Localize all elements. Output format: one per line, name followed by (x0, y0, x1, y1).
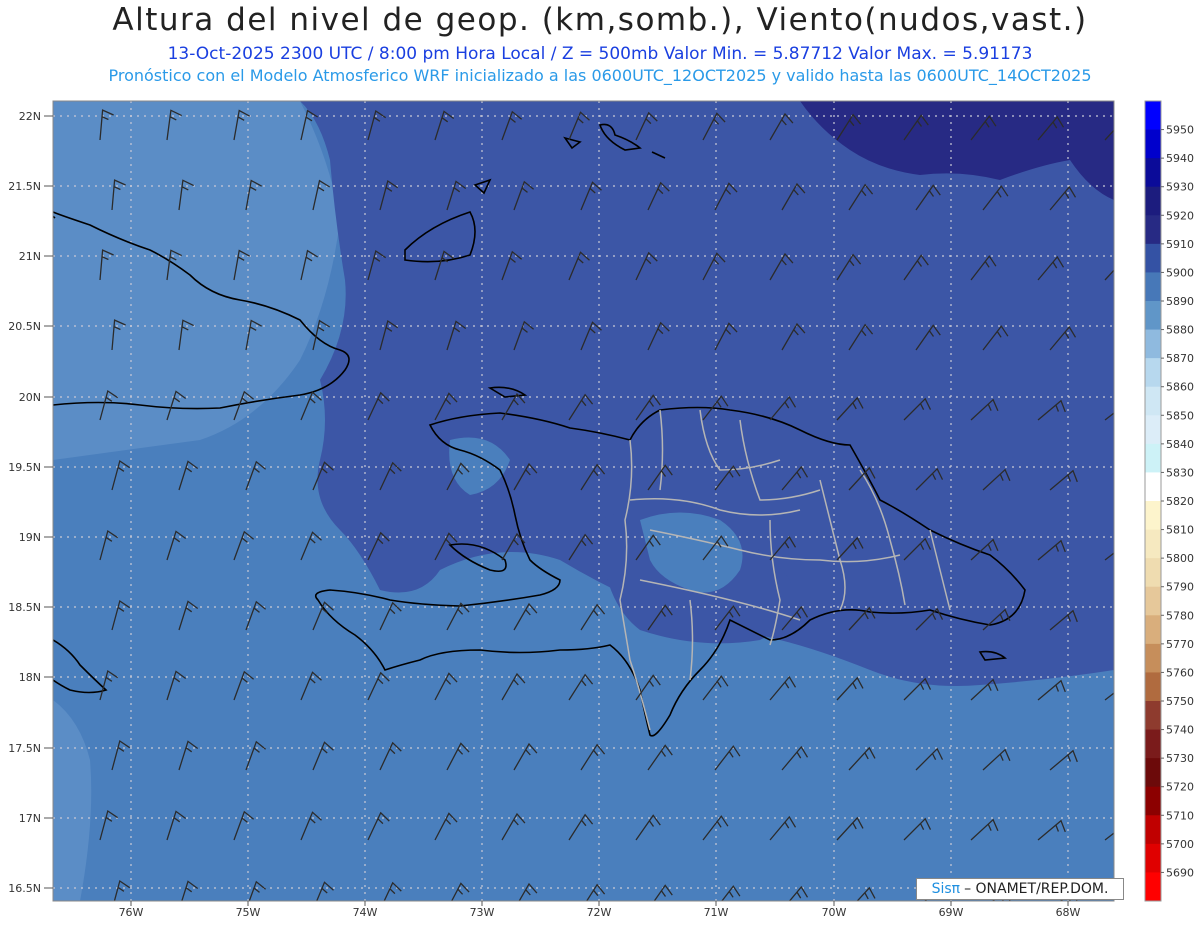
lon-label: 72W (587, 906, 612, 919)
lon-label: 69W (939, 906, 964, 919)
colorbar-swatch (1145, 701, 1161, 731)
colorbar-swatch (1145, 386, 1161, 416)
lat-label: 20.5N (8, 320, 41, 333)
lat-ticks (44, 115, 53, 889)
lat-label: 18.5N (8, 601, 41, 614)
colorbar-swatch (1145, 643, 1161, 673)
lon-label: 76W (119, 906, 144, 919)
lat-label: 22N (19, 110, 41, 123)
lon-label: 74W (353, 906, 378, 919)
lon-label: 75W (236, 906, 261, 919)
lon-axis: 76W 75W 74W 73W 72W 71W 70W 69W 68W (119, 906, 1081, 919)
colorbar-level-label: 5810 (1166, 524, 1194, 537)
colorbar-swatch (1145, 101, 1161, 131)
colorbar-swatch (1145, 672, 1161, 702)
lon-label: 68W (1056, 906, 1081, 919)
colorbar-level-label: 5840 (1166, 438, 1194, 451)
colorbar-level-label: 5730 (1166, 752, 1194, 765)
map-figure: 22N 21.5N 21N 20.5N 20N 19.5N 19N 18.5N … (8, 100, 1194, 919)
colorbar-level-label: 5690 (1166, 866, 1194, 879)
lat-label: 19N (19, 531, 41, 544)
colorbar-swatch (1145, 129, 1161, 159)
credit-org: – ONAMET/REP.DOM. (964, 881, 1109, 897)
colorbar-swatch (1145, 501, 1161, 531)
lat-label: 20N (19, 391, 41, 404)
colorbar-level-label: 5740 (1166, 724, 1194, 737)
colorbar-swatch (1145, 243, 1161, 273)
colorbar-swatch (1145, 329, 1161, 359)
colorbar-level-label: 5910 (1166, 238, 1194, 251)
lat-axis: 22N 21.5N 21N 20.5N 20N 19.5N 19N 18.5N … (8, 110, 41, 895)
colorbar-swatch (1145, 301, 1161, 331)
colorbar-swatch (1145, 443, 1161, 473)
lon-label: 70W (822, 906, 847, 919)
colorbar-swatch (1145, 158, 1161, 188)
colorbar-level-label: 5820 (1166, 495, 1194, 508)
lat-label: 16.5N (8, 882, 41, 895)
colorbar-level-label: 5850 (1166, 409, 1194, 422)
colorbar-swatch (1145, 615, 1161, 645)
colorbar-level-label: 5880 (1166, 324, 1194, 337)
lon-label: 71W (704, 906, 729, 919)
colorbar-swatch (1145, 215, 1161, 245)
colorbar-swatch (1145, 843, 1161, 873)
colorbar-level-label: 5870 (1166, 352, 1194, 365)
lat-label: 21N (19, 250, 41, 263)
colorbar-swatch (1145, 272, 1161, 302)
lon-ticks (130, 901, 1069, 906)
colorbar-swatch (1145, 815, 1161, 845)
colorbar-swatch (1145, 729, 1161, 759)
lat-label: 17.5N (8, 742, 41, 755)
colorbar-swatch (1145, 415, 1161, 445)
colorbar-level-label: 5800 (1166, 552, 1194, 565)
colorbar-level-label: 5890 (1166, 295, 1194, 308)
colorbar-level-label: 5930 (1166, 181, 1194, 194)
colorbar-level-label: 5830 (1166, 466, 1194, 479)
colorbar-swatch (1145, 529, 1161, 559)
lat-label: 17N (19, 812, 41, 825)
colorbar-swatch (1145, 586, 1161, 616)
colorbar-level-label: 5940 (1166, 152, 1194, 165)
colorbar-swatch (1145, 186, 1161, 216)
credit-brand: Sisπ (931, 881, 961, 897)
colorbar-level-label: 5780 (1166, 609, 1194, 622)
colorbar-swatch (1145, 872, 1161, 902)
colorbar-swatch (1145, 472, 1161, 502)
colorbar-swatch (1145, 358, 1161, 388)
colorbar-swatch (1145, 786, 1161, 816)
colorbar-level-label: 5920 (1166, 209, 1194, 222)
map-plot-area (53, 101, 1114, 901)
colorbar-level-label: 5790 (1166, 581, 1194, 594)
colorbar-level-label: 5710 (1166, 809, 1194, 822)
lat-label: 21.5N (8, 180, 41, 193)
colorbar-level-label: 5750 (1166, 695, 1194, 708)
colorbar-swatch (1145, 558, 1161, 588)
lat-label: 19.5N (8, 461, 41, 474)
colorbar-level-label: 5900 (1166, 266, 1194, 279)
colorbar-level-label: 5700 (1166, 838, 1194, 851)
lon-label: 73W (470, 906, 495, 919)
colorbar-level-label: 5950 (1166, 124, 1194, 137)
colorbar-level-label: 5860 (1166, 381, 1194, 394)
lat-label: 18N (19, 671, 41, 684)
colorbar: 5950 5940 5930 5920 5910 5900 5890 5880 5870 5860… (1144, 100, 1194, 902)
credit-box: Sisπ – ONAMET/REP.DOM. (916, 878, 1124, 900)
colorbar-level-label: 5760 (1166, 666, 1194, 679)
colorbar-level-label: 5720 (1166, 781, 1194, 794)
colorbar-level-label: 5770 (1166, 638, 1194, 651)
colorbar-swatch (1145, 758, 1161, 788)
